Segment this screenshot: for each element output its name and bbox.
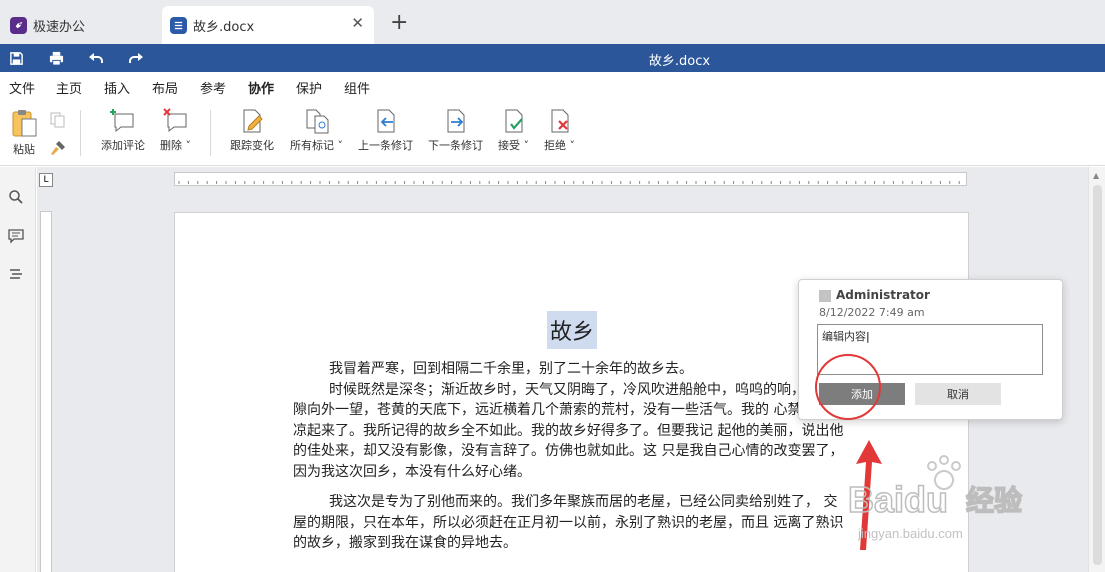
left-side-panel — [0, 167, 36, 572]
delete-label: 删除 ˅ — [160, 139, 191, 152]
vertical-ruler[interactable] — [40, 211, 52, 572]
comment-date: 8/12/2022 7:49 am — [819, 306, 925, 319]
ribbon-toolbar: 粘贴 添加评论 删除 ˅ 跟踪变化 所有标记 ˅ 上一条修订 下一条修订 接受 … — [0, 100, 1105, 166]
all-markup-icon — [306, 109, 328, 134]
tab-home[interactable]: 极速办公 — [0, 6, 158, 44]
tab-home-label: 极速办公 — [33, 19, 86, 35]
tab-stop-selector[interactable]: L — [39, 173, 53, 187]
menu-collaboration[interactable]: 协作 — [248, 78, 275, 103]
close-icon[interactable]: ✕ — [351, 16, 364, 31]
menu-home[interactable]: 主页 — [56, 78, 82, 97]
document-body[interactable]: 我冒着严寒，回到相隔二千余里，别了二十余年的故乡去。 时候既然是深冬；渐近故乡时… — [293, 359, 845, 554]
paste-label: 粘贴 — [13, 143, 35, 156]
reject-button[interactable]: 拒绝 ˅ — [544, 108, 575, 153]
accept-icon — [505, 109, 523, 133]
copy-icon[interactable] — [50, 112, 66, 132]
menu-layout[interactable]: 布局 — [152, 78, 178, 97]
scrollbar-thumb[interactable] — [1093, 185, 1102, 565]
tab-document[interactable]: 故乡.docx ✕ — [162, 6, 374, 44]
rocket-icon — [10, 16, 27, 34]
next-change-label: 下一条修订 — [428, 139, 483, 152]
baidu-jingyan-watermark: Baidu 经验 jingyan.baidu.com — [847, 454, 1060, 546]
title-bar: 故乡.docx — [0, 44, 1105, 72]
new-tab-button[interactable]: + — [390, 12, 408, 34]
paragraph[interactable]: 我这次是专为了别他而来的。我们多年聚族而居的老屋，已经公同卖给别姓了， 交屋的期… — [293, 492, 845, 554]
app-window: 极速办公 故乡.docx ✕ + 故乡.docx 文件 主页 插入 布局 参考 … — [0, 0, 1105, 572]
cancel-button[interactable]: 取消 — [915, 383, 1001, 405]
document-title: 故乡.docx — [648, 54, 711, 69]
paste-button[interactable]: 粘贴 — [10, 108, 38, 157]
ribbon-divider — [210, 110, 211, 156]
navigation-icon[interactable] — [8, 267, 26, 285]
document-icon — [170, 16, 187, 34]
paragraph[interactable]: 时候既然是深冬；渐近故乡时，天气又阴晦了，冷风吹进船舱中，呜呜的响，从 篷隙向外… — [293, 380, 845, 483]
previous-change-icon — [377, 109, 394, 133]
document-heading[interactable]: 故乡 — [547, 311, 597, 349]
add-comment-label: 添加评论 — [101, 139, 145, 152]
vertical-scrollbar[interactable]: ▲ — [1088, 167, 1105, 572]
menu-references[interactable]: 参考 — [200, 78, 226, 97]
delete-comment-button[interactable]: 删除 ˅ — [160, 108, 191, 153]
menu-bar: 文件 主页 插入 布局 参考 协作 保护 组件 — [0, 72, 1105, 103]
format-painter-icon[interactable] — [50, 140, 66, 160]
ruler-ticks — [178, 181, 960, 184]
add-comment-button[interactable]: 添加评论 — [101, 108, 145, 153]
next-change-button[interactable]: 下一条修订 — [428, 108, 483, 153]
comment-author: Administrator — [836, 288, 930, 302]
watermark-brand: Baidu — [848, 479, 948, 520]
paste-icon — [12, 110, 37, 137]
previous-change-button[interactable]: 上一条修订 — [358, 108, 413, 153]
scroll-up-icon[interactable]: ▲ — [1093, 171, 1099, 180]
horizontal-ruler[interactable] — [174, 172, 967, 186]
ribbon-divider — [80, 110, 81, 156]
tab-document-label: 故乡.docx — [193, 19, 255, 35]
paragraph[interactable]: 我冒着严寒，回到相隔二千余里，别了二十余年的故乡去。 — [293, 359, 845, 380]
menu-plugins[interactable]: 组件 — [344, 78, 370, 97]
previous-change-label: 上一条修订 — [358, 139, 413, 152]
menu-file[interactable]: 文件 — [9, 78, 35, 97]
add-comment-icon — [110, 109, 134, 133]
reject-label: 拒绝 ˅ — [544, 139, 575, 152]
accept-label: 接受 ˅ — [498, 139, 529, 152]
next-change-icon — [447, 109, 464, 133]
reject-icon — [551, 109, 568, 133]
tab-bar: 极速办公 故乡.docx ✕ + — [0, 0, 1105, 44]
highlight-circle — [815, 354, 881, 420]
menu-protect[interactable]: 保护 — [296, 78, 322, 97]
all-markup-label: 所有标记 ˅ — [290, 139, 343, 152]
watermark-url: jingyan.baidu.com — [857, 526, 963, 541]
watermark-brand-cn: 经验 — [966, 484, 1022, 516]
delete-comment-icon — [162, 108, 186, 133]
track-changes-icon — [243, 109, 263, 133]
track-changes-button[interactable]: 跟踪变化 — [230, 108, 274, 153]
menu-insert[interactable]: 插入 — [104, 78, 130, 97]
accept-button[interactable]: 接受 ˅ — [498, 108, 529, 153]
track-changes-label: 跟踪变化 — [230, 139, 274, 152]
search-icon[interactable] — [8, 189, 26, 207]
comment-text: 编辑内容 — [822, 330, 866, 343]
all-markup-button[interactable]: 所有标记 ˅ — [290, 108, 343, 153]
comments-panel-icon[interactable] — [8, 228, 26, 246]
author-avatar — [819, 290, 831, 302]
